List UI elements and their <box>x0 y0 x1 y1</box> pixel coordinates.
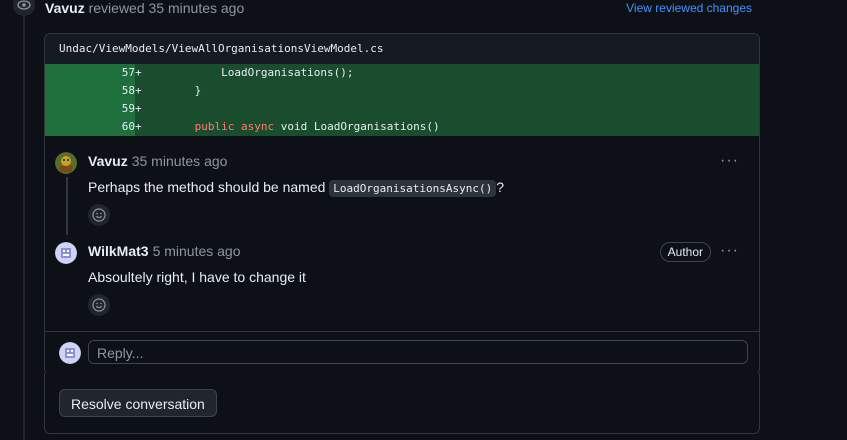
eye-icon <box>13 0 35 16</box>
line-number[interactable]: 59 <box>53 100 135 118</box>
diff-code: + <box>135 100 759 118</box>
reply-bar: Reply... <box>45 331 759 374</box>
comment-time[interactable]: 35 minutes ago <box>132 153 228 169</box>
comment-author[interactable]: Vavuz <box>88 153 128 169</box>
comment: WilkMat3 5 minutes ago Author ··· Absoult… <box>55 242 755 322</box>
diff-code: + } <box>135 82 759 100</box>
diff-code: + public async void LoadOrganisations() <box>135 118 759 136</box>
reviewer-name[interactable]: Vavuz <box>45 0 85 16</box>
review-thread: Undac/ViewModels/ViewAllOrganisationsVie… <box>44 33 760 375</box>
diff-code: + LoadOrganisations(); <box>135 64 759 82</box>
timeline-line <box>23 0 25 440</box>
smiley-icon[interactable] <box>88 294 110 316</box>
file-path[interactable]: Undac/ViewModels/ViewAllOrganisationsVie… <box>45 34 759 64</box>
diff-line: 59 + <box>45 100 759 118</box>
avatar[interactable] <box>55 152 77 174</box>
comment: Vavuz 35 minutes ago ··· Perhaps the meth… <box>55 152 755 232</box>
comment-header: WilkMat3 5 minutes ago <box>88 242 241 260</box>
thread-connector <box>66 177 68 235</box>
reply-input[interactable]: Reply... <box>88 340 748 364</box>
review-header: Vavuz reviewed 35 minutes ago View revie… <box>45 0 752 16</box>
comment-header: Vavuz 35 minutes ago <box>88 152 227 170</box>
comment-body: Absoultely right, I have to change it <box>88 269 306 285</box>
view-reviewed-changes-link[interactable]: View reviewed changes <box>626 0 752 16</box>
author-badge: Author <box>659 242 711 262</box>
smiley-icon[interactable] <box>88 204 110 226</box>
kebab-horizontal-icon[interactable]: ··· <box>720 152 739 170</box>
diff-line: 60 + public async void LoadOrganisations… <box>45 118 759 136</box>
comment-author[interactable]: WilkMat3 <box>88 243 149 259</box>
line-number[interactable]: 60 <box>53 118 135 136</box>
diff-line: 58 + } <box>45 82 759 100</box>
resolve-conversation-button[interactable]: Resolve conversation <box>59 389 217 417</box>
diff-line: 57 + LoadOrganisations(); <box>45 64 759 82</box>
kebab-horizontal-icon[interactable]: ··· <box>720 242 739 260</box>
resolve-panel: Resolve conversation <box>44 373 760 434</box>
review-action: reviewed 35 minutes ago <box>88 0 245 16</box>
avatar <box>59 342 81 364</box>
line-number[interactable]: 57 <box>53 64 135 82</box>
avatar[interactable] <box>55 242 77 264</box>
comment-time[interactable]: 5 minutes ago <box>153 243 241 259</box>
inline-code: LoadOrganisationsAsync() <box>329 180 497 197</box>
line-number[interactable]: 58 <box>53 82 135 100</box>
comment-body: Perhaps the method should be named LoadO… <box>88 179 505 197</box>
diff-hunk: 57 + LoadOrganisations(); 58 + } 59 + 60… <box>45 64 759 136</box>
